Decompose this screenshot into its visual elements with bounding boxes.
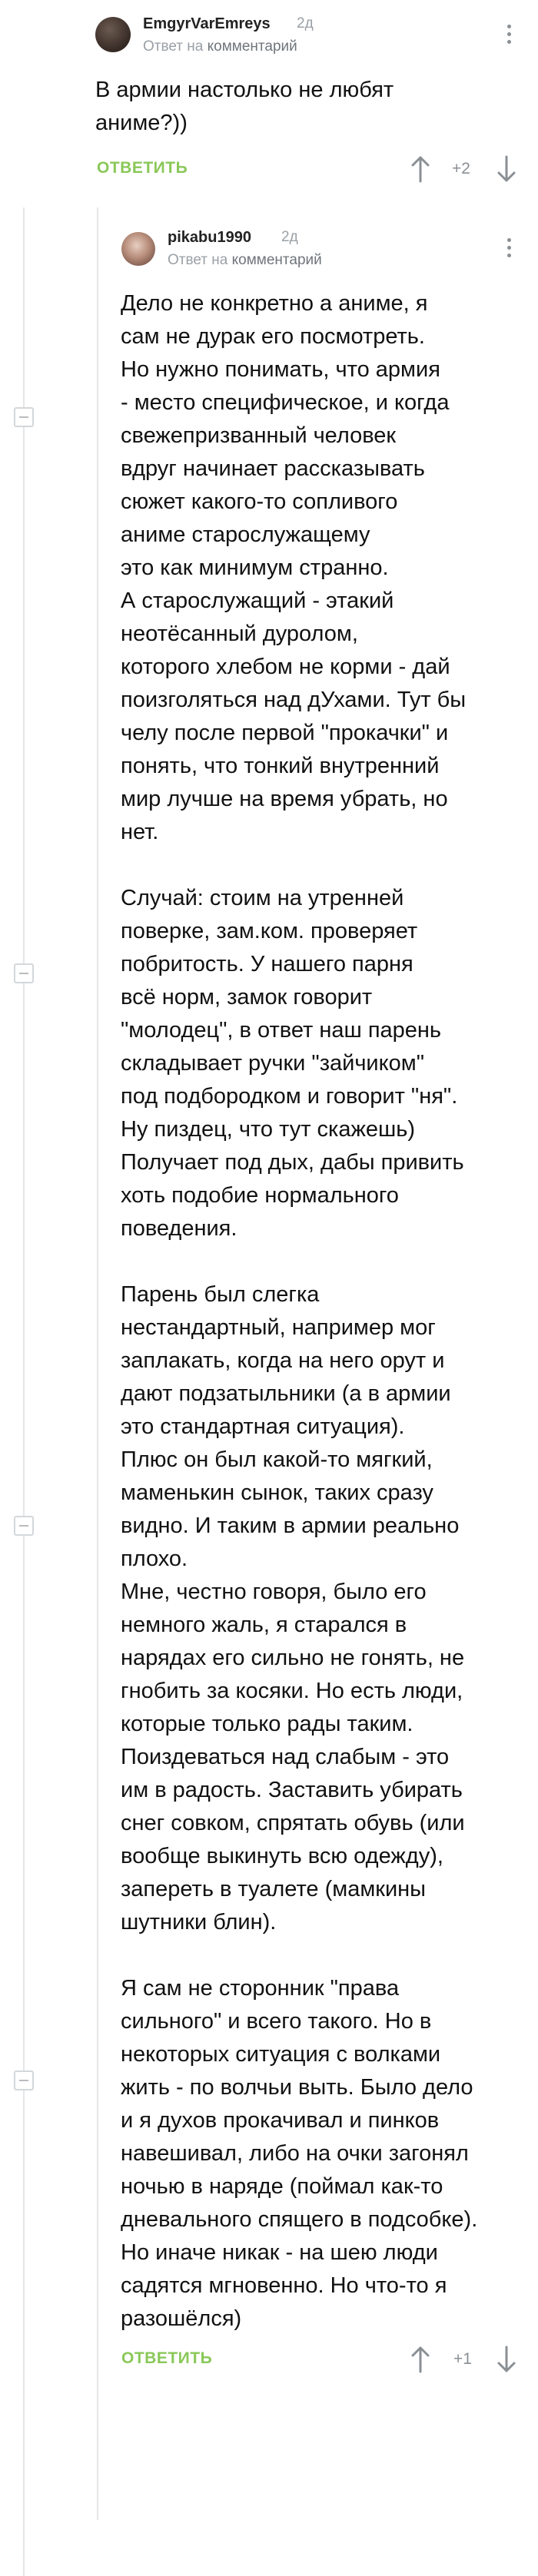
reply-to-prefix: Ответ на: [143, 38, 204, 55]
arrow-down-icon[interactable]: [496, 155, 516, 183]
comment-score: +2: [452, 160, 470, 177]
arrow-down-icon[interactable]: [496, 2346, 516, 2373]
avatar[interactable]: [95, 17, 131, 52]
comment-time: 2д: [297, 15, 314, 31]
comment-username[interactable]: pikabu1990: [168, 229, 251, 247]
comment-2: pikabu1990 2д Ответ на комментарий Дело …: [0, 207, 538, 2576]
comment-username[interactable]: EmgyrVarEmreys: [143, 15, 271, 33]
reply-to-prefix: Ответ на: [168, 252, 228, 268]
reply-button[interactable]: ОТВЕТИТЬ: [121, 2349, 212, 2368]
arrow-up-icon[interactable]: [410, 2346, 430, 2373]
comment-text: В армии настолько не любят аниме?)): [95, 78, 394, 135]
reply-button[interactable]: ОТВЕТИТЬ: [97, 159, 188, 177]
more-vertical-icon[interactable]: [507, 238, 512, 261]
comment-time: 2д: [281, 229, 298, 245]
reply-to-link[interactable]: комментарий: [208, 38, 297, 55]
reply-to-info: Ответ на комментарий: [143, 38, 297, 55]
comment-score: +1: [453, 2350, 472, 2368]
arrow-up-icon[interactable]: [410, 155, 430, 183]
comment-text: Дело не конкретно а аниме, я сам не дура…: [121, 291, 478, 2331]
more-vertical-icon[interactable]: [507, 25, 512, 48]
avatar[interactable]: [121, 232, 155, 266]
comment-1: EmgyrVarEmreys 2д Ответ на комментарий В…: [0, 0, 538, 192]
reply-to-link[interactable]: комментарий: [232, 252, 322, 268]
reply-to-info: Ответ на комментарий: [168, 252, 322, 269]
